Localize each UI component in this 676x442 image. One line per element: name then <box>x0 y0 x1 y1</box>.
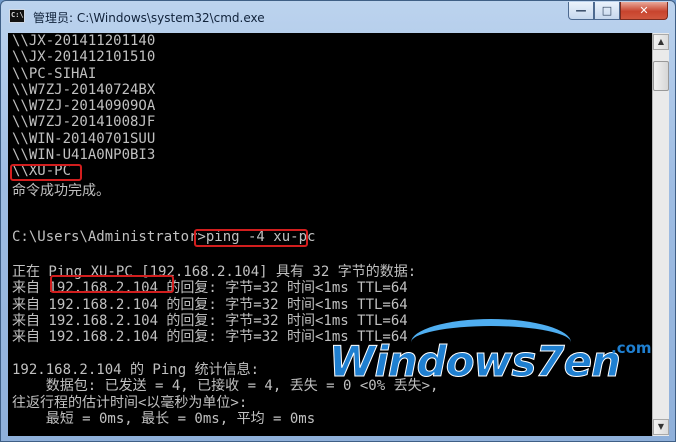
console-line: \\PC-SIHAI <box>12 65 97 82</box>
console-line: \\W7ZJ-20140724BX <box>12 81 156 98</box>
cmd-window: C:\ 管理员: C:\Windows\system32\cmd.exe — □… <box>0 0 676 442</box>
console-line: \\JX-201412101510 <box>12 49 156 66</box>
cmd-icon: C:\ <box>9 9 25 23</box>
console-line: \\WIN-20140701SUU <box>12 130 156 147</box>
watermark-logo: Windows7en .com <box>321 319 666 394</box>
scroll-up-button[interactable]: ▲ <box>653 34 669 50</box>
console-line: 最短 = 0ms, 最长 = 0ms, 平均 = 0ms <box>12 410 316 427</box>
maximize-button[interactable]: □ <box>594 2 620 20</box>
console-line: \\W7ZJ-20141008JF <box>12 114 156 131</box>
watermark-text: Windows7en <box>329 337 622 387</box>
console-line: 来自 192.168.2.104 的回复: 字节=32 时间<1ms TTL=6… <box>12 296 408 313</box>
title-bar[interactable]: C:\ 管理员: C:\Windows\system32\cmd.exe — □… <box>1 1 675 33</box>
console-line: \\JX-201411201140 <box>12 33 156 49</box>
console-line: \\WIN-U41A0NP0BI3 <box>12 147 156 164</box>
console-line: 命令成功完成。 <box>12 182 110 199</box>
scroll-thumb[interactable] <box>653 61 669 91</box>
highlight-ip-address <box>50 275 174 293</box>
highlight-xu-pc <box>10 164 82 181</box>
close-button[interactable]: ✕ <box>620 2 668 20</box>
watermark-suffix: .com <box>611 339 652 357</box>
cmd-icon-text: C:\ <box>11 11 24 19</box>
minimize-button[interactable]: — <box>568 2 594 20</box>
highlight-ping-command <box>194 229 308 247</box>
scroll-down-button[interactable]: ▼ <box>653 419 669 435</box>
window-title: 管理员: C:\Windows\system32\cmd.exe <box>33 11 265 25</box>
console-line: \\W7ZJ-20140909OA <box>12 98 156 115</box>
